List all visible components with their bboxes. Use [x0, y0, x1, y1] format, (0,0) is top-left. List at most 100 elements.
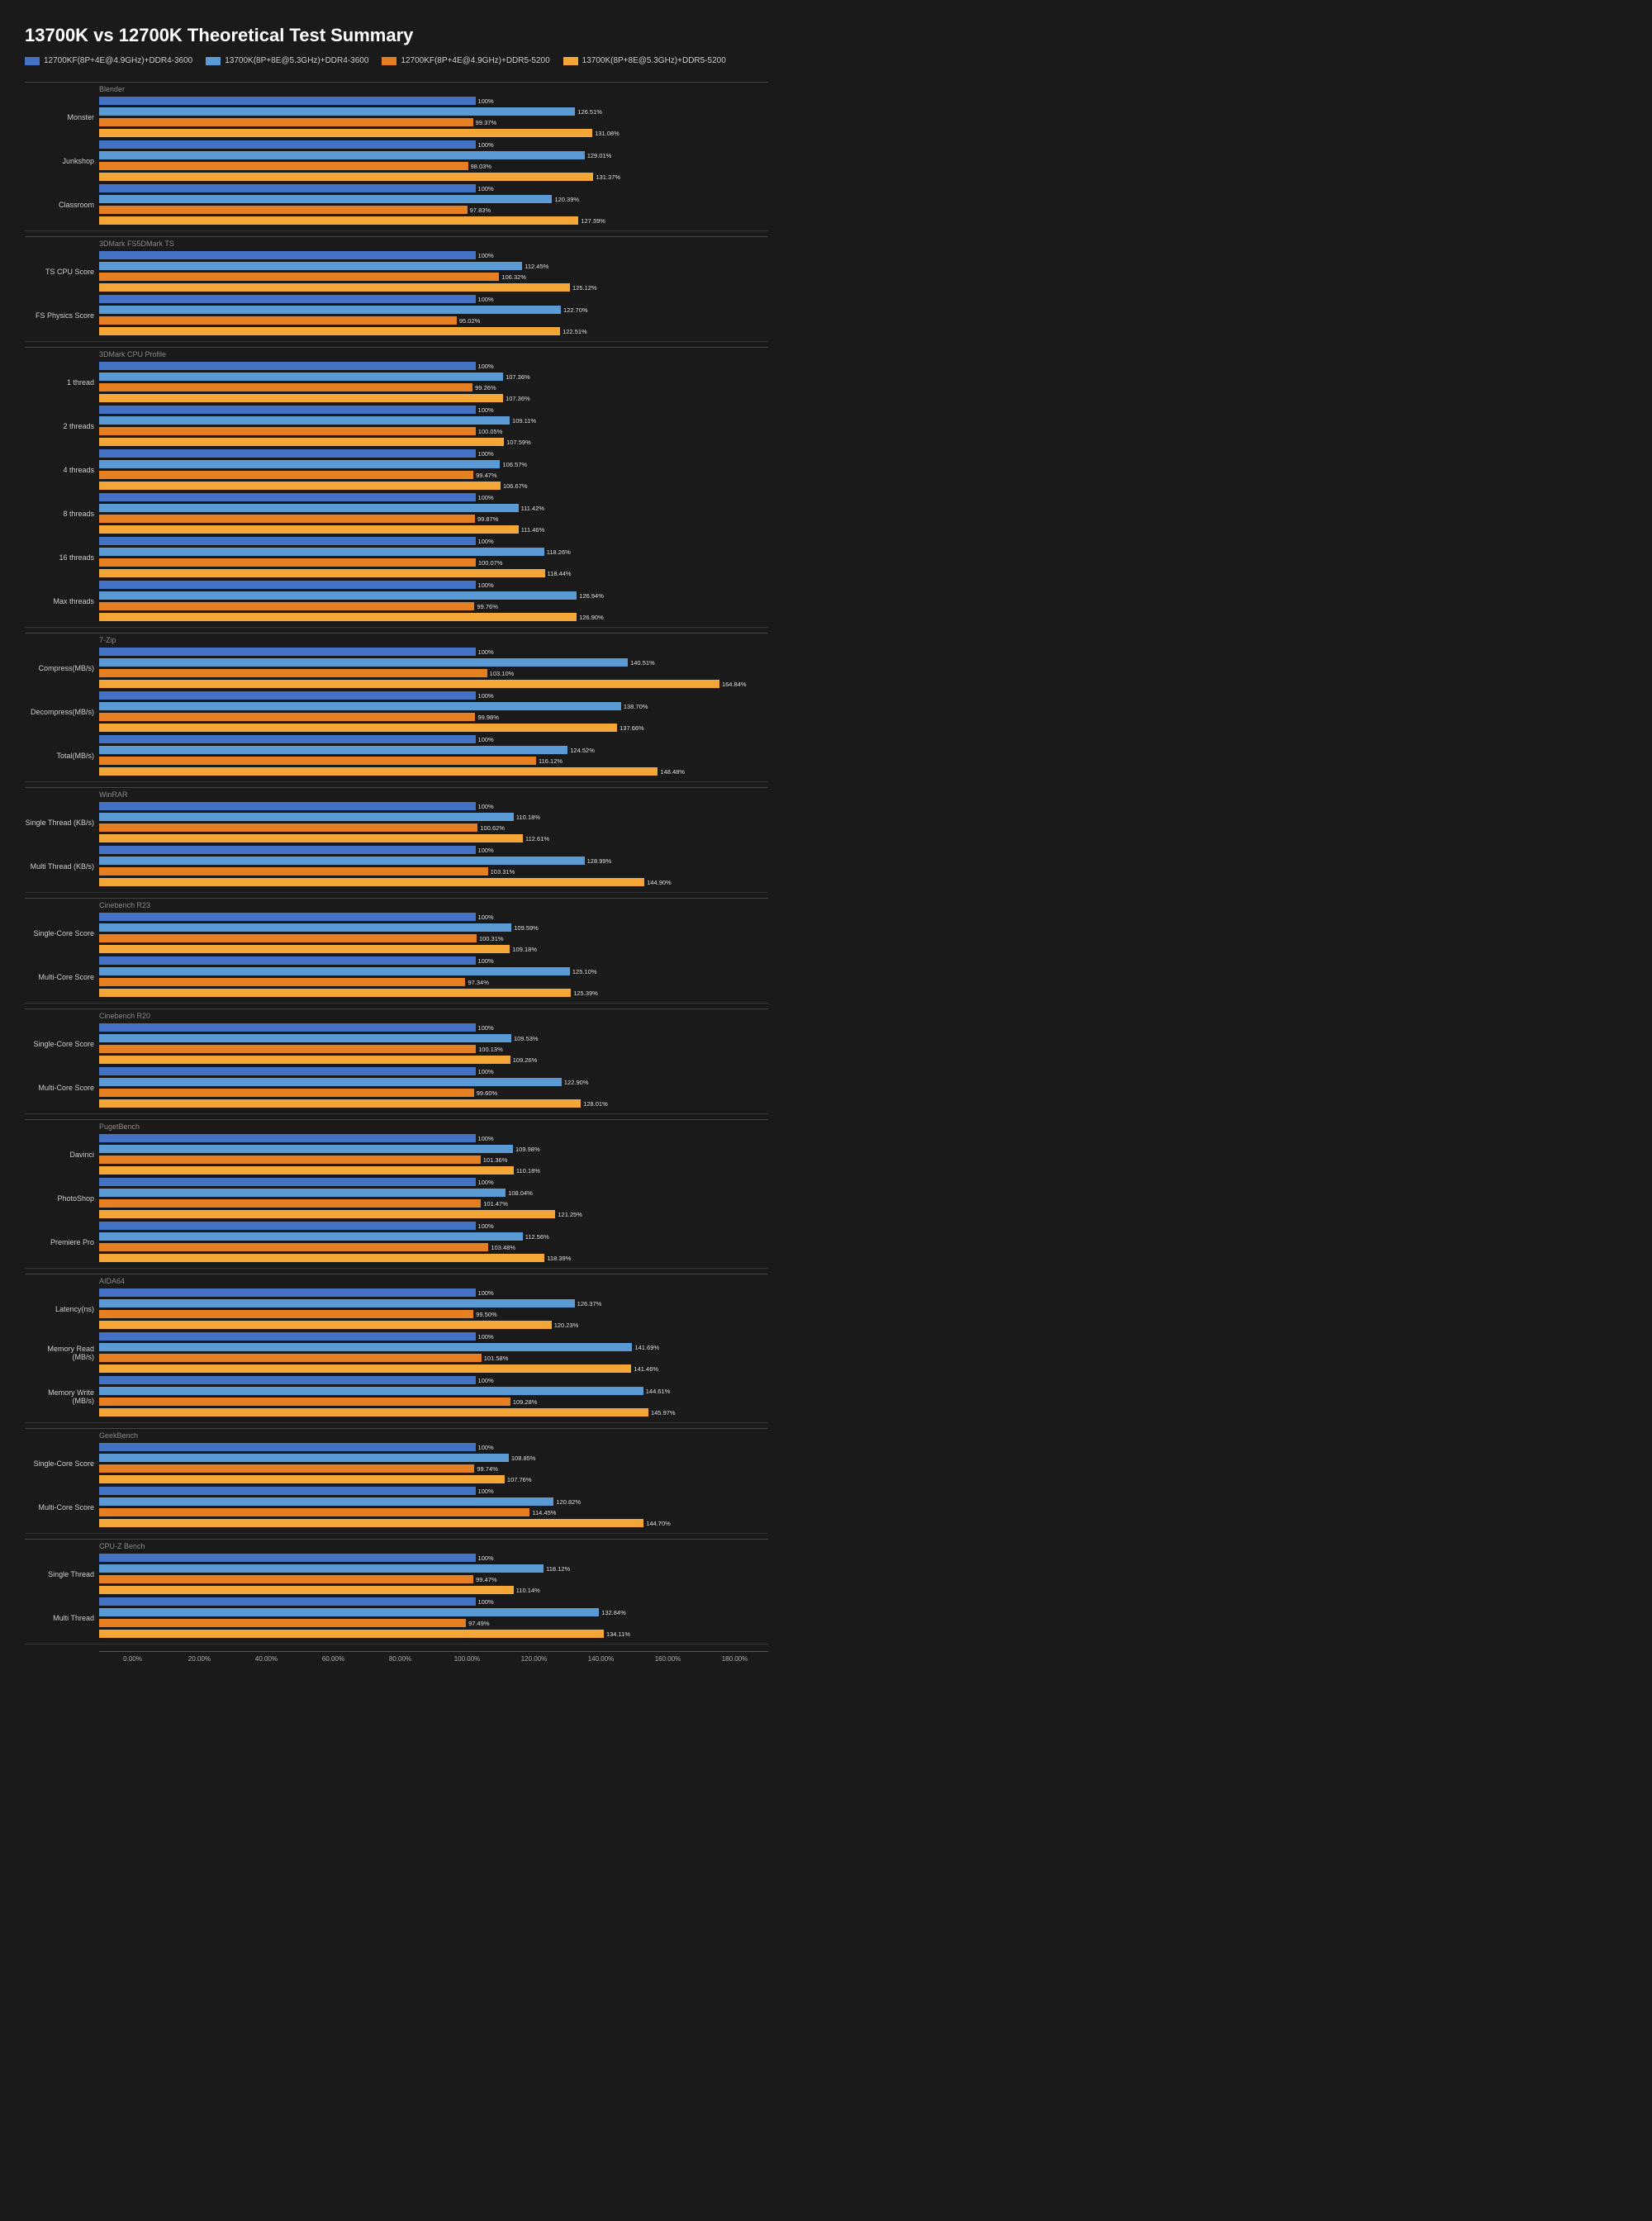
- legend-item-2: 12700KF(8P+4E@4.9GHz)+DDR5-5200: [382, 56, 549, 65]
- bar-8-0-1: 126.37%: [99, 1298, 768, 1308]
- bar-1-0-1: 112.45%: [99, 261, 768, 271]
- bar-7-0-0: 100%: [99, 1133, 768, 1143]
- bench-group-8: AIDA64Latency(ns)100%126.37%99.50%120.23…: [25, 1274, 768, 1423]
- bench-row-6-0: Single-Core Score100%109.53%100.13%109.2…: [25, 1023, 768, 1065]
- group-label-0: Blender: [25, 82, 768, 93]
- chart-area: Blender Monster100%126.51%99.37%131.08%Ju…: [25, 82, 768, 1663]
- bench-row-5-0: Single-Core Score100%109.59%100.31%109.1…: [25, 912, 768, 954]
- bars-area-6-1: 100%122.90%99.60%128.01%: [99, 1066, 768, 1108]
- bar-2-4-0: 100%: [99, 536, 768, 546]
- bar-1-1-1: 122.70%: [99, 305, 768, 315]
- x-tick-6: 120.00%: [501, 1655, 567, 1663]
- bar-1-0-0: 100%: [99, 250, 768, 260]
- bench-row-3-1: Decompress(MB/s)100%138.70%99.98%137.66%: [25, 691, 768, 733]
- bench-label-6-1: Multi-Core Score: [25, 1084, 99, 1092]
- bar-3-2-1: 124.52%: [99, 745, 768, 755]
- bench-label-5-0: Single-Core Score: [25, 929, 99, 937]
- bench-group-4: WinRARSingle Thread (KB/s)100%110.18%100…: [25, 787, 768, 893]
- bar-2-5-2: 99.76%: [99, 601, 768, 611]
- bench-label-2-0: 1 thread: [25, 378, 99, 387]
- x-tick-8: 160.00%: [634, 1655, 701, 1663]
- bar-9-1-1: 120.82%: [99, 1497, 768, 1507]
- bench-row-6-1: Multi-Core Score100%122.90%99.60%128.01%: [25, 1066, 768, 1108]
- bench-group-6: Cinebench R20 Single-Core Score100%109.53…: [25, 1008, 768, 1114]
- bar-7-1-1: 108.04%: [99, 1188, 768, 1198]
- bench-label-4-1: Multi Thread (KB/s): [25, 862, 99, 871]
- group-label-2: 3DMark CPU Profile: [25, 347, 768, 358]
- bench-label-2-2: 4 threads: [25, 466, 99, 474]
- bar-6-0-0: 100%: [99, 1023, 768, 1032]
- bar-5-1-2: 97.34%: [99, 977, 768, 987]
- bar-4-0-2: 100.62%: [99, 823, 768, 833]
- group-label-6: Cinebench R20: [25, 1008, 768, 1020]
- bar-10-0-0: 100%: [99, 1553, 768, 1563]
- bar-2-0-0: 100%: [99, 361, 768, 371]
- bench-row-9-0: Single-Core Score100%108.85%99.74%107.76…: [25, 1442, 768, 1484]
- group-label-5: Cinebench R23: [25, 898, 768, 909]
- bar-2-5-0: 100%: [99, 580, 768, 590]
- bar-1-1-0: 100%: [99, 294, 768, 304]
- bench-label-8-1: Memory Read (MB/s): [25, 1345, 99, 1361]
- bar-8-1-1: 141.69%: [99, 1342, 768, 1352]
- bar-2-3-2: 99.87%: [99, 514, 768, 524]
- bench-group-2: 3DMark CPU Profile1 thread100%107.36%99.…: [25, 347, 768, 628]
- bar-7-2-1: 112.56%: [99, 1232, 768, 1241]
- bar-8-2-1: 144.61%: [99, 1386, 768, 1396]
- bar-2-2-1: 106.57%: [99, 459, 768, 469]
- bench-group-9: GeekBenchSingle-Core Score100%108.85%99.…: [25, 1428, 768, 1534]
- bench-label-1-1: FS Physics Score: [25, 311, 99, 320]
- bar-2-4-1: 118.26%: [99, 547, 768, 557]
- bar-10-0-3: 110.14%: [99, 1585, 768, 1595]
- bar-8-0-0: 100%: [99, 1288, 768, 1298]
- bench-group-7: PugetBenchDavinci100%109.98%101.36%110.1…: [25, 1119, 768, 1269]
- bench-group-10: CPU-Z BenchSingle Thread100%118.12%99.47…: [25, 1539, 768, 1644]
- bench-label-0-2: Classroom: [25, 201, 99, 209]
- bar-9-0-2: 99.74%: [99, 1464, 768, 1474]
- bar-6-1-0: 100%: [99, 1066, 768, 1076]
- bench-label-10-1: Multi Thread: [25, 1614, 99, 1622]
- bar-8-2-2: 109.28%: [99, 1397, 768, 1407]
- bar-8-2-0: 100%: [99, 1375, 768, 1385]
- bar-0-0-3: 131.08%: [99, 128, 768, 138]
- bar-1-1-2: 95.02%: [99, 316, 768, 325]
- bar-3-0-1: 140.51%: [99, 657, 768, 667]
- legend-item-1: 13700K(8P+8E@5.3GHz)+DDR4-3600: [206, 56, 368, 65]
- bar-4-1-2: 103.31%: [99, 866, 768, 876]
- bars-area-4-0: 100%110.18%100.62%112.61%: [99, 801, 768, 843]
- bench-row-0-1: Junkshop100%129.01%98.03%131.37%: [25, 140, 768, 182]
- bench-label-1-0: TS CPU Score: [25, 268, 99, 276]
- bar-7-2-2: 103.48%: [99, 1242, 768, 1252]
- bars-area-4-1: 100%128.99%103.31%144.90%: [99, 845, 768, 887]
- bar-7-1-3: 121.25%: [99, 1209, 768, 1219]
- bar-7-2-0: 100%: [99, 1221, 768, 1231]
- bar-10-0-2: 99.47%: [99, 1574, 768, 1584]
- bar-2-3-0: 100%: [99, 492, 768, 502]
- bar-5-0-1: 109.59%: [99, 923, 768, 933]
- bars-area-8-1: 100%141.69%101.58%141.46%: [99, 1331, 768, 1374]
- bar-4-0-1: 110.18%: [99, 812, 768, 822]
- bar-10-0-1: 118.12%: [99, 1564, 768, 1573]
- bar-0-1-1: 129.01%: [99, 150, 768, 160]
- bar-0-0-1: 126.51%: [99, 107, 768, 116]
- bench-label-2-4: 16 threads: [25, 553, 99, 562]
- bar-2-4-2: 100.07%: [99, 558, 768, 567]
- bench-label-8-2: Memory Write (MB/s): [25, 1388, 99, 1405]
- bars-area-8-2: 100%144.61%109.28%145.97%: [99, 1375, 768, 1417]
- bar-6-1-1: 122.90%: [99, 1077, 768, 1087]
- bar-9-1-0: 100%: [99, 1486, 768, 1496]
- bar-5-1-3: 125.39%: [99, 988, 768, 998]
- bench-row-2-3: 8 threads100%111.42%99.87%111.46%: [25, 492, 768, 534]
- bar-4-1-3: 144.90%: [99, 877, 768, 887]
- bar-3-0-0: 100%: [99, 647, 768, 657]
- x-tick-3: 60.00%: [300, 1655, 367, 1663]
- bench-row-0-0: Monster100%126.51%99.37%131.08%: [25, 96, 768, 138]
- bar-6-1-3: 128.01%: [99, 1099, 768, 1108]
- bar-5-0-0: 100%: [99, 912, 768, 922]
- bars-area-7-1: 100%108.04%101.47%121.25%: [99, 1177, 768, 1219]
- bar-1-0-3: 125.12%: [99, 282, 768, 292]
- bench-label-2-5: Max threads: [25, 597, 99, 605]
- bench-row-2-4: 16 threads100%118.26%100.07%118.44%: [25, 536, 768, 578]
- bench-label-7-1: PhotoShop: [25, 1194, 99, 1203]
- bench-row-7-0: Davinci100%109.98%101.36%110.18%: [25, 1133, 768, 1175]
- bench-row-0-2: Classroom100%120.39%97.83%127.39%: [25, 183, 768, 225]
